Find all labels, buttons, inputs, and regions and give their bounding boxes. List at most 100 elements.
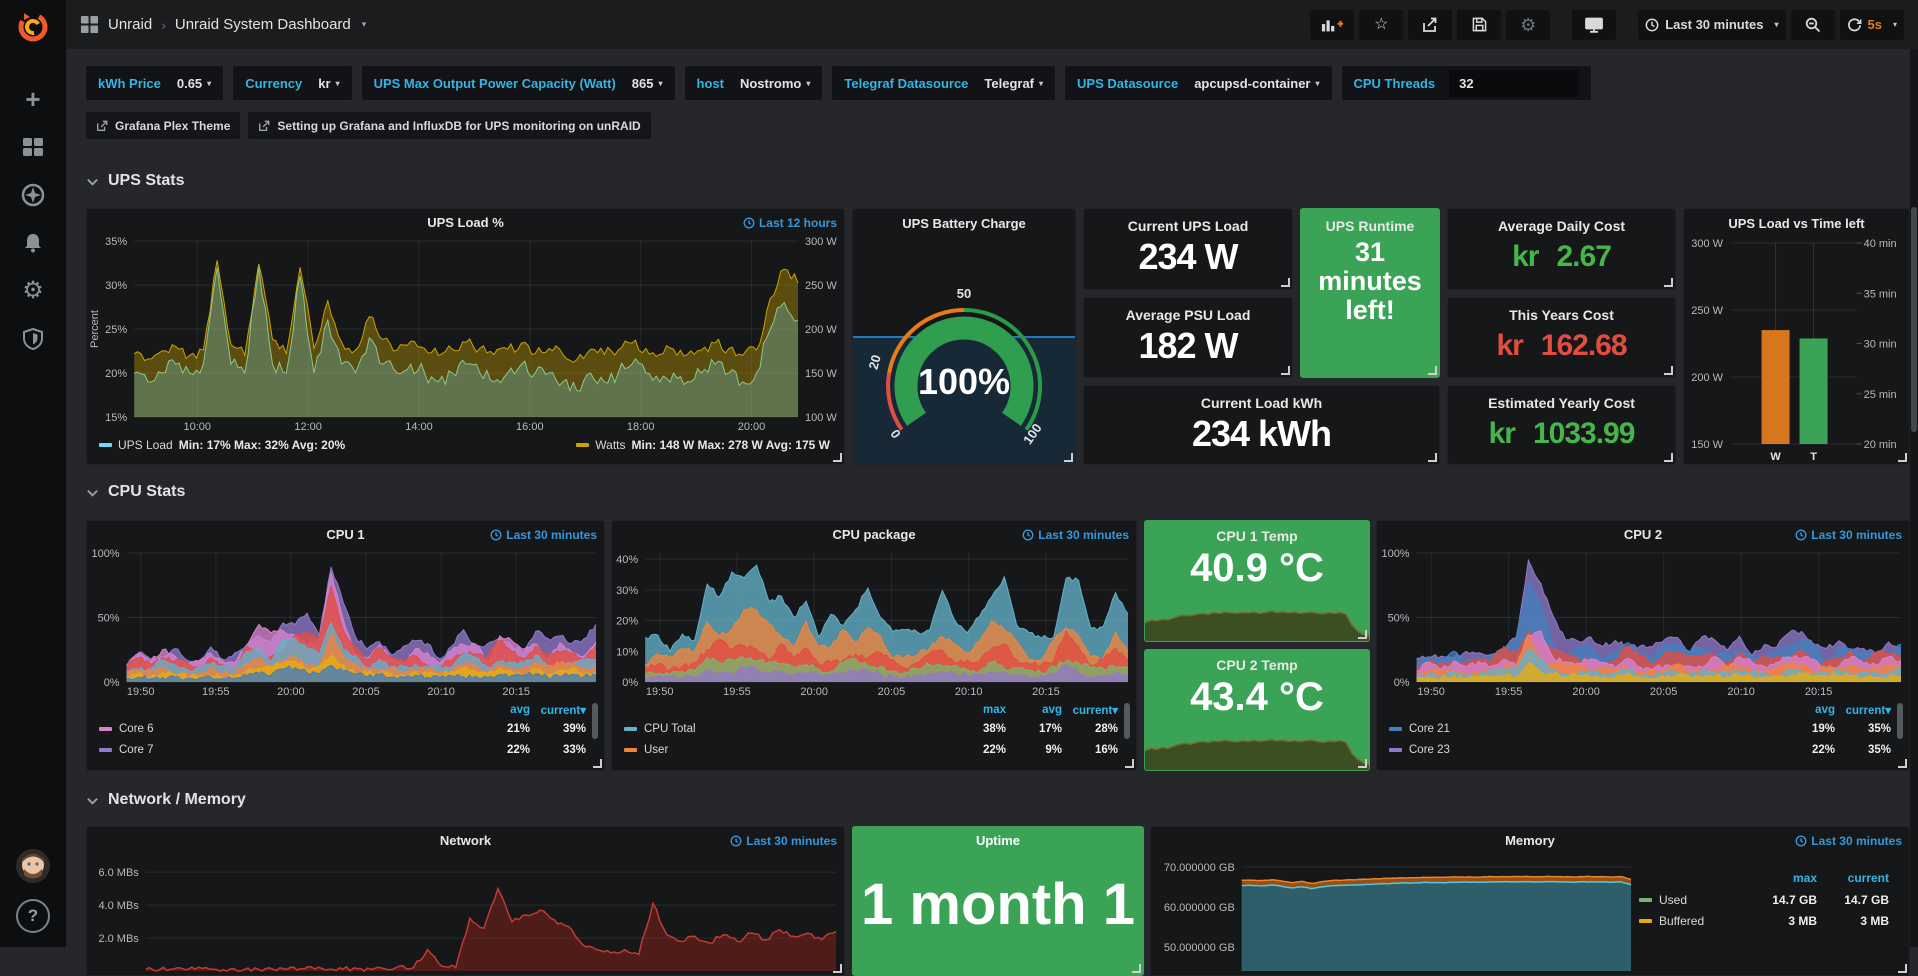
panel-title[interactable]: UPS Battery Charge <box>902 216 1026 231</box>
panel-title[interactable]: UPS Runtime <box>1301 218 1439 234</box>
legend-scrollbar[interactable] <box>1897 703 1903 739</box>
add-panel-button[interactable] <box>1310 10 1354 40</box>
section-cpu-stats[interactable]: CPU Stats <box>86 483 185 501</box>
panel-resize-handle[interactable] <box>1428 366 1437 375</box>
var-host-value[interactable]: Nostromo <box>740 76 801 91</box>
series-name[interactable]: User <box>644 744 668 756</box>
panel-resize-handle[interactable] <box>1898 964 1907 973</box>
time-range-picker[interactable]: Last 30 minutes ▾ <box>1638 10 1785 40</box>
share-button[interactable] <box>1408 10 1452 40</box>
dashboard-dropdown-caret-icon[interactable]: ▾ <box>362 19 367 30</box>
panel-title[interactable]: Current Load kWh <box>1084 395 1439 411</box>
section-ups-stats[interactable]: UPS Stats <box>86 172 184 190</box>
series-name[interactable]: Buffered <box>1659 914 1704 928</box>
legend-sort-column[interactable]: current▾ <box>1835 703 1891 717</box>
save-button[interactable] <box>1457 10 1501 40</box>
legend-scrollbar[interactable] <box>592 703 598 739</box>
legend-sort-column[interactable]: avg <box>1006 704 1062 716</box>
panel-title[interactable]: Uptime <box>976 833 1020 848</box>
legend-sort-column[interactable]: current▾ <box>530 703 586 717</box>
link-ups-monitoring-guide[interactable]: Setting up Grafana and InfluxDB for UPS … <box>248 112 650 139</box>
series-name[interactable]: UPS Load <box>118 438 173 452</box>
panel-title[interactable]: This Years Cost <box>1448 307 1675 323</box>
panel-resize-handle[interactable] <box>1428 453 1437 462</box>
panel-resize-handle[interactable] <box>1132 964 1141 973</box>
var-kwh-price-value[interactable]: 0.65 <box>177 76 202 91</box>
panel-title[interactable]: Average PSU Load <box>1084 307 1292 323</box>
panel-title[interactable]: CPU 2 <box>1624 527 1662 542</box>
legend-sort-column[interactable]: avg <box>474 704 530 716</box>
time-override[interactable]: Last 30 minutes <box>1022 528 1129 542</box>
alerting-bell-icon[interactable] <box>13 226 53 260</box>
ups-load-chart[interactable]: 15%20%25%30%35%100 W150 W200 W250 W300 W… <box>87 235 844 434</box>
panel-resize-handle[interactable] <box>833 453 842 462</box>
var-ups-datasource-value[interactable]: apcupsd-container <box>1194 76 1310 91</box>
panel-resize-handle[interactable] <box>833 964 842 973</box>
panel-resize-handle[interactable] <box>1281 366 1290 375</box>
legend-sort-column[interactable]: max <box>950 704 1006 716</box>
time-override[interactable]: Last 12 hours <box>743 216 837 230</box>
panel-title[interactable]: UPS Load % <box>427 215 504 230</box>
network-chart[interactable]: 2.0 MBs4.0 MBs6.0 MBs <box>87 853 844 975</box>
series-name[interactable]: Watts <box>595 438 625 452</box>
section-network-memory[interactable]: Network / Memory <box>86 791 246 809</box>
panel-title[interactable]: Estimated Yearly Cost <box>1448 395 1675 411</box>
panel-title[interactable]: CPU 1 Temp <box>1145 528 1369 544</box>
panel-resize-handle[interactable] <box>1664 278 1673 287</box>
dashboard-settings-gear-icon[interactable]: ⚙ <box>1506 10 1550 40</box>
var-ups-max-output-value[interactable]: 865 <box>632 76 654 91</box>
panel-resize-handle[interactable] <box>1898 453 1907 462</box>
time-override[interactable]: Last 30 minutes <box>490 528 597 542</box>
var-telegraf-datasource-value[interactable]: Telegraf <box>984 76 1034 91</box>
panel-resize-handle[interactable] <box>1664 366 1673 375</box>
refresh-button[interactable]: 5s ▾ <box>1840 10 1904 40</box>
panel-title[interactable]: Memory <box>1505 833 1555 848</box>
legend-sort-column[interactable]: avg <box>1779 704 1835 716</box>
time-override[interactable]: Last 30 minutes <box>1795 528 1902 542</box>
panel-resize-handle[interactable] <box>1358 630 1367 639</box>
memory-chart[interactable]: 50.000000 GB60.000000 GB70.000000 GB <box>1151 853 1639 975</box>
panel-resize-handle[interactable] <box>1064 453 1073 462</box>
panel-title[interactable]: Current UPS Load <box>1084 218 1292 234</box>
cpu2-chart[interactable]: 0%50%100%19:5019:5520:0020:0520:1020:15 <box>1377 547 1909 699</box>
zoom-out-button[interactable] <box>1791 10 1835 40</box>
panel-title[interactable]: UPS Load vs Time left <box>1728 216 1864 231</box>
panel-resize-handle[interactable] <box>593 759 602 768</box>
panel-title[interactable]: CPU 2 Temp <box>1145 657 1369 673</box>
series-name[interactable]: Core 21 <box>1409 723 1450 735</box>
panel-resize-handle[interactable] <box>1358 759 1367 768</box>
configuration-gear-icon[interactable]: ⚙ <box>13 274 53 308</box>
breadcrumb-dashboard[interactable]: Unraid System Dashboard <box>175 16 351 33</box>
panel-title[interactable]: Average Daily Cost <box>1448 218 1675 234</box>
legend-sort-column[interactable]: current <box>1817 871 1889 885</box>
panel-resize-handle[interactable] <box>1664 453 1673 462</box>
create-icon[interactable]: + <box>13 82 53 116</box>
series-name[interactable]: Core 6 <box>119 723 154 735</box>
legend-sort-column[interactable]: max <box>1745 871 1817 885</box>
explore-icon[interactable] <box>13 178 53 212</box>
panel-title[interactable]: Network <box>440 833 491 848</box>
user-avatar[interactable] <box>16 849 50 883</box>
grafana-logo[interactable] <box>14 7 52 45</box>
dashboards-icon[interactable] <box>13 130 53 164</box>
link-grafana-plex-theme[interactable]: Grafana Plex Theme <box>86 112 240 139</box>
breadcrumb-app[interactable]: Unraid <box>108 16 152 33</box>
panel-resize-handle[interactable] <box>1898 759 1907 768</box>
page-scrollbar-track[interactable] <box>1910 49 1918 947</box>
series-name[interactable]: CPU Total <box>644 723 696 735</box>
panel-title[interactable]: CPU package <box>832 527 915 542</box>
var-currency-value[interactable]: kr <box>318 76 330 91</box>
panel-resize-handle[interactable] <box>1125 759 1134 768</box>
panel-resize-handle[interactable] <box>1281 278 1290 287</box>
cpu1-chart[interactable]: 0%50%100%19:5019:5520:0020:0520:1020:15 <box>87 547 604 699</box>
help-icon[interactable]: ? <box>16 899 50 933</box>
time-override[interactable]: Last 30 minutes <box>730 834 837 848</box>
panel-title[interactable]: CPU 1 <box>326 527 364 542</box>
cpu-package-chart[interactable]: 0%10%20%30%40%19:5019:5520:0020:0520:102… <box>612 547 1136 699</box>
page-scrollbar-thumb[interactable] <box>1911 207 1917 432</box>
series-name[interactable]: Core 7 <box>119 744 154 756</box>
star-button[interactable]: ☆ <box>1359 10 1403 40</box>
legend-scrollbar[interactable] <box>1124 703 1130 739</box>
legend-sort-column[interactable]: current▾ <box>1062 703 1118 717</box>
load-vs-time-chart[interactable]: 150 W200 W250 W300 W20 min25 min30 min35… <box>1684 237 1909 462</box>
